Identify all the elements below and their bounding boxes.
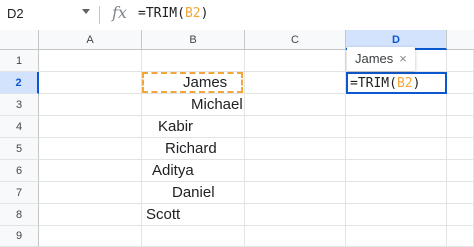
grid-cell-d6[interactable] — [346, 160, 447, 182]
formula-reference: B2 — [184, 6, 201, 21]
grid-cell-e9[interactable] — [447, 226, 474, 247]
row-header-9[interactable]: 9 — [0, 226, 39, 247]
grid-cell-a1[interactable] — [39, 50, 142, 72]
grid-cell-a9[interactable] — [39, 226, 142, 247]
row-header-2[interactable]: 2 — [0, 72, 39, 94]
grid-cell-d7[interactable] — [346, 182, 447, 204]
grid-cell-a7[interactable] — [39, 182, 142, 204]
cell-b4[interactable]: Kabir — [158, 118, 193, 135]
formula-closing: ) — [200, 6, 209, 21]
result-preview-tooltip: James × — [347, 47, 415, 71]
editor-text: =TRIM( — [350, 76, 397, 91]
formula-text: =TRIM( — [138, 6, 185, 21]
cell-b3[interactable]: Michael — [191, 96, 243, 113]
column-header-b[interactable]: B — [142, 30, 245, 50]
close-icon[interactable]: × — [399, 51, 407, 66]
grid-cell-c3[interactable] — [245, 94, 346, 116]
name-box-dropdown-icon[interactable] — [82, 9, 90, 15]
grid-cell-d9[interactable] — [346, 226, 447, 247]
grid-cell-e8[interactable] — [447, 204, 474, 226]
grid-cell-c5[interactable] — [245, 138, 346, 160]
grid-cell-e7[interactable] — [447, 182, 474, 204]
row-header-5[interactable]: 5 — [0, 138, 39, 160]
grid-cell-c1[interactable] — [245, 50, 346, 72]
grid-cell-c8[interactable] — [245, 204, 346, 226]
grid-cell-c2[interactable] — [245, 72, 346, 94]
column-header-a[interactable]: A — [39, 30, 142, 50]
grid-cell-e2[interactable] — [447, 72, 474, 94]
grid-cell-d3[interactable] — [346, 94, 447, 116]
grid-cell-a4[interactable] — [39, 116, 142, 138]
row-header-4[interactable]: 4 — [0, 116, 39, 138]
formula-bar-divider — [99, 6, 100, 24]
cell-b7[interactable]: Daniel — [172, 184, 215, 201]
editor-reference: B2 — [396, 76, 413, 91]
grid-cell-c6[interactable] — [245, 160, 346, 182]
grid-cell-a8[interactable] — [39, 204, 142, 226]
editor-closing: ) — [412, 76, 421, 91]
preview-value: James — [355, 51, 394, 66]
grid-cell-d5[interactable] — [346, 138, 447, 160]
select-all-corner[interactable] — [0, 30, 39, 50]
grid-cell-c9[interactable] — [245, 226, 346, 247]
grid-cell-d4[interactable] — [346, 116, 447, 138]
cell-b8[interactable]: Scott — [146, 206, 180, 223]
column-header-c[interactable]: C — [245, 30, 346, 50]
row-header-3[interactable]: 3 — [0, 94, 39, 116]
grid-cell-c4[interactable] — [245, 116, 346, 138]
grid-cell-e6[interactable] — [447, 160, 474, 182]
row-header-6[interactable]: 6 — [0, 160, 39, 182]
grid-cell-a3[interactable] — [39, 94, 142, 116]
row-header-7[interactable]: 7 — [0, 182, 39, 204]
column-header-e[interactable] — [447, 30, 474, 50]
row-header-8[interactable]: 8 — [0, 204, 39, 226]
grid-cell-e3[interactable] — [447, 94, 474, 116]
grid-cell-c7[interactable] — [245, 182, 346, 204]
grid-cell-e4[interactable] — [447, 116, 474, 138]
grid-cell-b1[interactable] — [142, 50, 245, 72]
grid-cell-d8[interactable] — [346, 204, 447, 226]
cell-d2-editor[interactable]: =TRIM(B2) — [350, 76, 420, 91]
function-icon: fx — [112, 3, 127, 22]
grid-cell-b9[interactable] — [142, 226, 245, 247]
cell-b5[interactable]: Richard — [165, 140, 217, 157]
cell-b6[interactable]: Aditya — [152, 162, 194, 179]
row-header-1[interactable]: 1 — [0, 50, 39, 72]
grid-cell-a5[interactable] — [39, 138, 142, 160]
grid-cell-a6[interactable] — [39, 160, 142, 182]
formula-input[interactable]: =TRIM(B2) — [138, 6, 208, 21]
formula-bar: D2 fx =TRIM(B2) — [0, 0, 474, 31]
name-box[interactable]: D2 — [7, 6, 24, 21]
grid-cell-e1[interactable] — [447, 50, 474, 72]
grid-cell-e5[interactable] — [447, 138, 474, 160]
grid-cell-a2[interactable] — [39, 72, 142, 94]
cell-b2[interactable]: James — [183, 74, 227, 91]
